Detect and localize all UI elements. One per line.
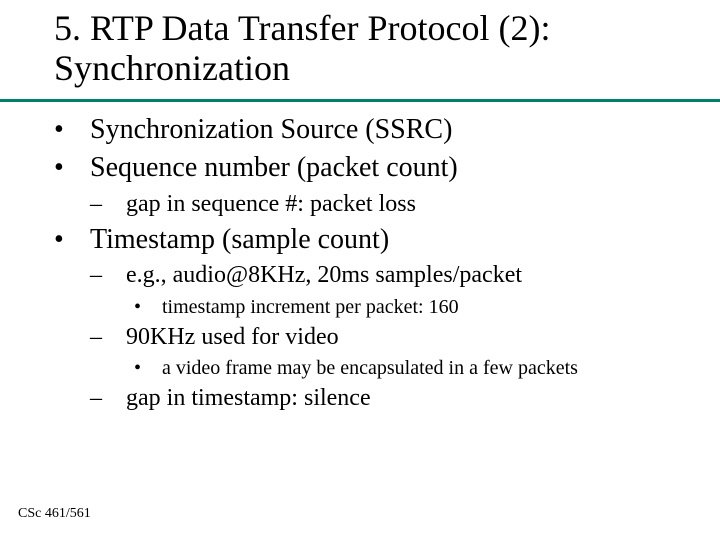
dash-icon: – [108,322,126,353]
bullet-level2: –gap in sequence #: packet loss [126,189,690,220]
title-text: 5. RTP Data Transfer Protocol (2): Synch… [54,8,550,88]
slide-body: •Synchronization Source (SSRC) •Sequence… [54,110,690,416]
title-underline [0,99,720,102]
bullet-level2: –90KHz used for video [126,322,690,353]
dash-icon: – [108,260,126,291]
bullet-text: gap in sequence #: packet loss [126,191,416,217]
bullet-text: Sequence number (packet count) [90,152,458,183]
dot-icon: • [72,222,90,258]
dash-icon: – [108,383,126,414]
bullet-text: Timestamp (sample count) [90,224,389,255]
dash-icon: – [108,189,126,220]
bullet-text: gap in timestamp: silence [126,385,371,411]
dot-icon: • [72,112,90,148]
footer-text: CSc 461/561 [18,506,91,521]
dot-icon: • [72,150,90,186]
bullet-level1: •Sequence number (packet count) [90,150,690,186]
dot-icon: • [148,355,162,381]
bullet-level1: •Timestamp (sample count) [90,222,690,258]
bullet-text: timestamp increment per packet: 160 [162,296,459,318]
bullet-level2: –gap in timestamp: silence [126,383,690,414]
bullet-level2: –e.g., audio@8KHz, 20ms samples/packet [126,260,690,291]
bullet-level1: •Synchronization Source (SSRC) [90,112,690,148]
bullet-text: Synchronization Source (SSRC) [90,114,452,145]
bullet-text: 90KHz used for video [126,324,339,350]
footer: CSc 461/561 [18,506,91,522]
dot-icon: • [148,294,162,320]
slide-title: 5. RTP Data Transfer Protocol (2): Synch… [54,8,690,89]
bullet-text: a video frame may be encapsulated in a f… [162,357,578,379]
bullet-text: e.g., audio@8KHz, 20ms samples/packet [126,262,522,288]
slide: 5. RTP Data Transfer Protocol (2): Synch… [0,0,720,540]
bullet-level3: •timestamp increment per packet: 160 [162,294,690,320]
bullet-level3: •a video frame may be encapsulated in a … [162,355,690,381]
